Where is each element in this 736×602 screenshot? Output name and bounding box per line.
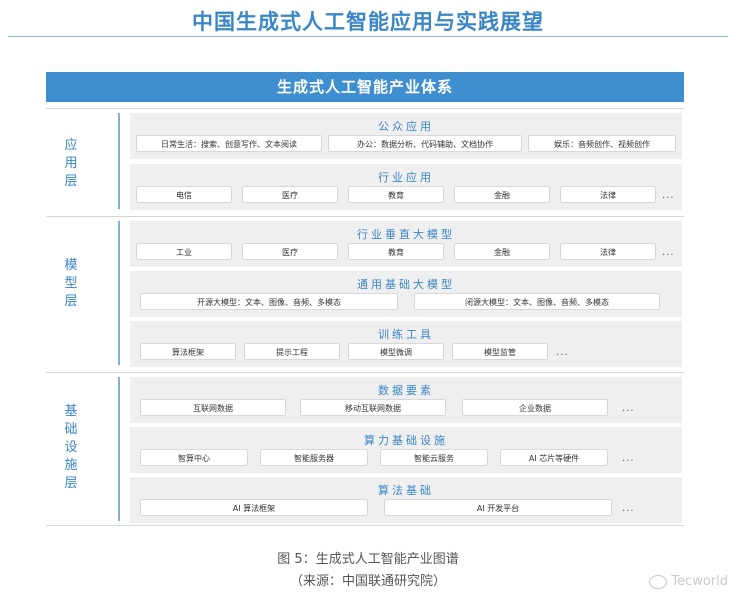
box-industry: 工业	[136, 243, 232, 260]
more-ellipsis: ...	[556, 347, 569, 358]
box-daily-life: 日常生活：搜索、创意写作、文本阅读	[136, 135, 322, 152]
panel-title: 算法基础	[378, 484, 434, 497]
weibo-icon	[649, 574, 668, 589]
model-layer: 模 型 层 行业垂直大模型 工业 医疗 教育 金融 法律 ... 通用基础大模型…	[46, 216, 684, 369]
box-ai-chips: AI 芯片等硬件	[500, 449, 608, 466]
box-finance: 金融	[454, 186, 550, 203]
more-ellipsis: ...	[622, 453, 635, 464]
more-ellipsis: ...	[622, 503, 635, 514]
application-layer-divider	[118, 113, 120, 209]
box-smart-cloud: 智能云服务	[380, 449, 488, 466]
panel-title: 数据要素	[378, 384, 434, 397]
box-fine-tuning: 模型微调	[348, 343, 444, 360]
box-ai-dev-platform: AI 开发平台	[384, 499, 612, 516]
box-medical: 医疗	[242, 243, 338, 260]
model-layer-divider	[118, 221, 120, 365]
box-law: 法律	[560, 243, 656, 260]
page-title: 中国生成式人工智能应用与实践展望	[192, 10, 544, 34]
box-algorithm-framework: 算法框架	[140, 343, 236, 360]
application-layer-label: 应 用 层	[64, 138, 78, 189]
training-tools-panel: 训练工具 算法框架 提示工程 模型微调 模型监管 ...	[130, 321, 682, 367]
watermark-text: Tecworld	[671, 574, 728, 589]
title-rule	[8, 36, 728, 37]
panel-title: 训练工具	[378, 328, 434, 341]
box-closed-source-models: 闭源大模型：文本、图像、音频、多模态	[414, 293, 660, 310]
panel-title: 通用基础大模型	[357, 278, 455, 291]
box-medical: 医疗	[242, 186, 338, 203]
public-apps-panel: 公众应用 日常生活：搜索、创意写作、文本阅读 办公：数据分析、代码辅助、文档协作…	[130, 113, 682, 159]
general-models-panel: 通用基础大模型 开源大模型：文本、图像、音频、多模态 闭源大模型：文本、图像、音…	[130, 271, 682, 317]
box-mobile-internet-data: 移动互联网数据	[300, 399, 446, 416]
more-ellipsis: ...	[622, 403, 635, 414]
box-open-source-models: 开源大模型：文本、图像、音频、多模态	[140, 293, 398, 310]
box-internet-data: 互联网数据	[140, 399, 286, 416]
industry-apps-panel: 行业应用 电信 医疗 教育 金融 法律 ...	[130, 164, 682, 210]
figure-source: （来源：中国联通研究院）	[289, 574, 446, 589]
panel-title: 行业应用	[378, 171, 434, 184]
box-entertainment: 娱乐：音频创作、视频创作	[528, 135, 676, 152]
box-office: 办公：数据分析、代码辅助、文档协作	[328, 135, 522, 152]
vertical-models-panel: 行业垂直大模型 工业 医疗 教育 金融 法律 ...	[130, 221, 682, 267]
panel-title: 公众应用	[378, 120, 434, 133]
box-education: 教育	[348, 243, 444, 260]
box-education: 教育	[348, 186, 444, 203]
more-ellipsis: ...	[662, 247, 675, 258]
box-ai-algorithm-framework: AI 算法框架	[140, 499, 368, 516]
box-law: 法律	[560, 186, 656, 203]
more-ellipsis: ...	[662, 190, 675, 201]
watermark: Tecworld	[649, 574, 728, 589]
figure-caption: 图 5：生成式人工智能产业图谱	[277, 552, 459, 567]
algorithm-base-panel: 算法基础 AI 算法框架 AI 开发平台 ...	[130, 477, 682, 523]
box-computing-center: 智算中心	[140, 449, 248, 466]
system-banner: 生成式人工智能产业体系	[46, 72, 684, 102]
box-prompt-engineering: 提示工程	[244, 343, 340, 360]
box-smart-server: 智能服务器	[260, 449, 368, 466]
compute-infra-panel: 算力基础设施 智算中心 智能服务器 智能云服务 AI 芯片等硬件 ...	[130, 427, 682, 473]
panel-title: 算力基础设施	[364, 434, 448, 447]
box-enterprise-data: 企业数据	[462, 399, 608, 416]
infrastructure-layer-divider	[118, 377, 120, 521]
data-elements-panel: 数据要素 互联网数据 移动互联网数据 企业数据 ...	[130, 377, 682, 423]
panel-title: 行业垂直大模型	[357, 228, 455, 241]
box-telecom: 电信	[136, 186, 232, 203]
infrastructure-layer: 基 础 设 施 层 数据要素 互联网数据 移动互联网数据 企业数据 ... 算力…	[46, 372, 684, 526]
application-layer: 应 用 层 公众应用 日常生活：搜索、创意写作、文本阅读 办公：数据分析、代码辅…	[46, 108, 684, 213]
box-finance: 金融	[454, 243, 550, 260]
box-model-supervision: 模型监管	[452, 343, 548, 360]
infrastructure-layer-label: 基 础 设 施 层	[64, 404, 78, 491]
model-layer-label: 模 型 层	[64, 258, 78, 309]
